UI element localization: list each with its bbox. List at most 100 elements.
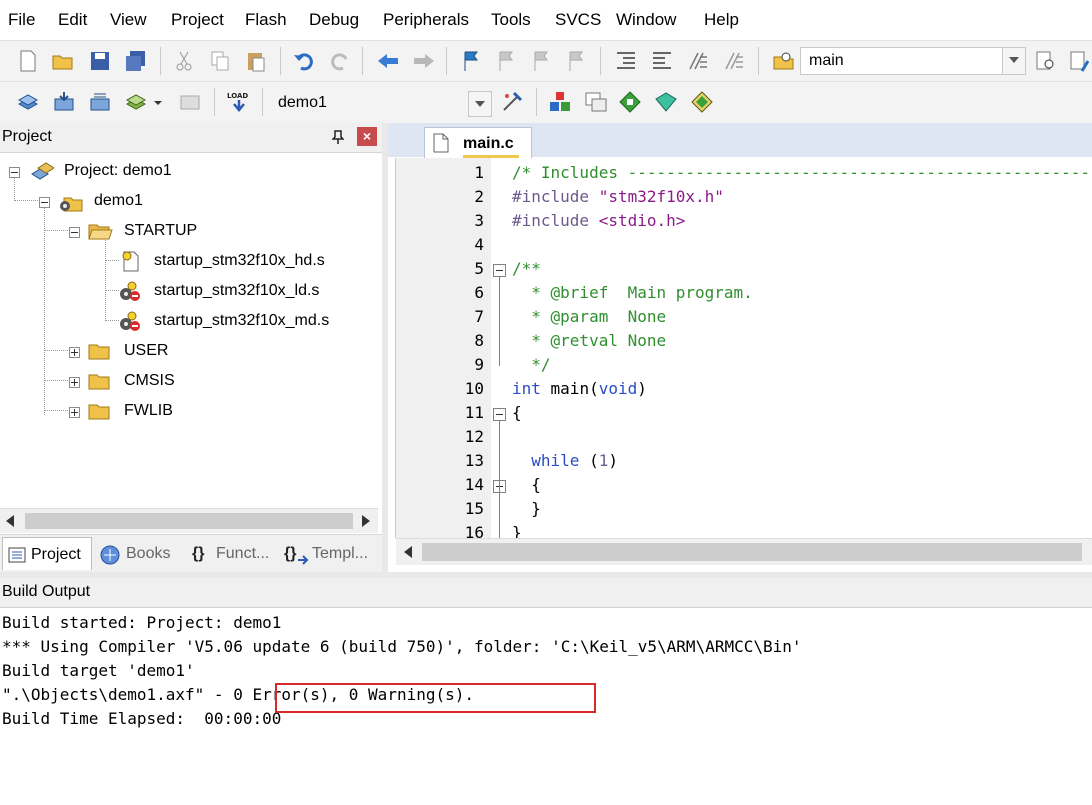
build-toolbar: LOAD demo1 <box>0 81 1092 124</box>
line-number: 11 <box>464 403 484 422</box>
next-bookmark-icon[interactable] <box>530 49 554 73</box>
menu-file[interactable]: File <box>8 10 35 30</box>
chevron-down-icon[interactable] <box>1002 48 1025 74</box>
incremental-find-icon[interactable] <box>1068 49 1092 73</box>
scroll-left-icon[interactable] <box>6 515 14 527</box>
target-icon <box>60 197 83 212</box>
target-options-icon[interactable] <box>500 90 524 114</box>
navigate-forward-icon[interactable] <box>412 49 436 73</box>
tree-group-label: CMSIS <box>124 372 175 389</box>
paste-icon[interactable] <box>244 49 268 73</box>
select-packs-icon[interactable] <box>654 90 678 114</box>
unindent-icon[interactable] <box>650 49 674 73</box>
line-number: 1 <box>474 163 484 182</box>
menu-window[interactable]: Window <box>616 10 676 30</box>
chevron-down-icon[interactable] <box>152 90 164 114</box>
menu-peripherals[interactable]: Peripherals <box>383 10 469 30</box>
tab-main-c[interactable]: main.c <box>424 127 532 158</box>
menu-debug[interactable]: Debug <box>309 10 359 30</box>
cut-icon[interactable] <box>172 49 196 73</box>
asm-file-icon <box>122 251 139 272</box>
collapse-icon[interactable] <box>9 167 20 178</box>
menu-help[interactable]: Help <box>704 10 739 30</box>
tab-books[interactable]: Books <box>96 541 182 569</box>
project-horizontal-scrollbar[interactable] <box>0 508 378 533</box>
tree-group-cmsis[interactable]: CMSIS <box>0 370 380 392</box>
download-icon[interactable]: LOAD <box>226 90 250 114</box>
scrollbar-thumb[interactable] <box>422 543 1082 561</box>
line-number: 16 <box>464 523 484 538</box>
line-number-gutter: 1 2 3 4 5 6 7 8 9 10 11 12 13 14 15 16 <box>396 158 506 538</box>
find-in-files-icon[interactable] <box>772 49 796 73</box>
arrow-icon <box>298 555 309 565</box>
pack-installer-icon[interactable] <box>618 90 642 114</box>
tree-file-startup-md[interactable]: startup_stm32f10x_md.s <box>0 310 380 332</box>
tab-label: Project <box>31 546 81 563</box>
close-icon[interactable]: × <box>357 127 377 146</box>
tree-target[interactable]: demo1 <box>0 190 380 212</box>
menu-project[interactable]: Project <box>171 10 224 30</box>
expand-icon[interactable] <box>69 407 80 418</box>
pin-icon[interactable] <box>331 130 345 149</box>
tree-group-startup[interactable]: STARTUP <box>0 220 380 242</box>
save-icon[interactable] <box>88 49 112 73</box>
tree-group-fwlib[interactable]: FWLIB <box>0 400 380 422</box>
tree-project-root[interactable]: Project: demo1 <box>0 160 380 182</box>
navigate-back-icon[interactable] <box>376 49 400 73</box>
open-file-icon[interactable] <box>51 49 75 73</box>
copy-icon[interactable] <box>208 49 232 73</box>
bookmark-icon[interactable] <box>460 49 484 73</box>
menu-tools[interactable]: Tools <box>491 10 531 30</box>
tab-project[interactable]: Project <box>2 537 92 570</box>
find-combo[interactable]: main <box>800 47 1026 75</box>
software-packs-icon[interactable] <box>690 90 714 114</box>
batch-build-icon[interactable] <box>124 90 148 114</box>
tree-group-label: FWLIB <box>124 402 173 419</box>
save-all-icon[interactable] <box>124 49 148 73</box>
panel-splitter[interactable] <box>382 123 388 573</box>
rebuild-icon[interactable] <box>88 90 112 114</box>
tree-group-user[interactable]: USER <box>0 340 380 362</box>
menu-svcs[interactable]: SVCS <box>555 10 601 30</box>
line-number: 4 <box>474 235 484 254</box>
collapse-icon[interactable] <box>39 197 50 208</box>
build-icon[interactable] <box>52 90 76 114</box>
manage-components-icon[interactable] <box>548 90 572 114</box>
menu-flash[interactable]: Flash <box>245 10 287 30</box>
code-editor[interactable]: 1 2 3 4 5 6 7 8 9 10 11 12 13 14 15 16 /* Includes ----… <box>395 158 1092 538</box>
build-output-pane[interactable]: Build started: Project: demo1 *** Using … <box>0 608 1092 805</box>
tab-functions[interactable]: {} Funct... <box>192 541 276 569</box>
folder-icon <box>88 404 110 420</box>
comment-icon[interactable] <box>686 49 710 73</box>
scrollbar-thumb[interactable] <box>25 513 353 529</box>
undo-icon[interactable] <box>292 49 316 73</box>
menu-edit[interactable]: Edit <box>58 10 87 30</box>
collapse-icon[interactable] <box>69 227 80 238</box>
indent-icon[interactable] <box>614 49 638 73</box>
redo-icon[interactable] <box>328 49 352 73</box>
editor-horizontal-scrollbar[interactable] <box>396 538 1092 565</box>
tree-file-label: startup_stm32f10x_hd.s <box>154 252 325 269</box>
scroll-right-icon[interactable] <box>362 515 370 527</box>
translate-icon[interactable] <box>16 90 40 114</box>
target-select[interactable]: demo1 <box>270 90 492 117</box>
expand-icon[interactable] <box>69 377 80 388</box>
uncomment-icon[interactable] <box>722 49 746 73</box>
expand-icon[interactable] <box>69 347 80 358</box>
find-icon[interactable] <box>1034 49 1058 73</box>
stop-build-icon[interactable] <box>178 90 202 114</box>
template-icon: {} <box>284 545 297 562</box>
prev-bookmark-icon[interactable] <box>495 49 519 73</box>
tree-file-startup-ld[interactable]: startup_stm32f10x_ld.s <box>0 280 380 302</box>
clear-bookmarks-icon[interactable] <box>565 49 589 73</box>
scroll-left-icon[interactable] <box>404 546 412 558</box>
error-count-highlight <box>275 683 596 713</box>
chevron-down-icon[interactable] <box>468 91 492 117</box>
tree-file-startup-hd[interactable]: startup_stm32f10x_hd.s <box>0 250 380 272</box>
new-file-icon[interactable] <box>16 49 40 73</box>
tree-group-label: USER <box>124 342 169 359</box>
tab-templates[interactable]: {} Templ... <box>284 541 376 569</box>
file-extensions-icon[interactable] <box>584 90 608 114</box>
project-panel-title: Project <box>2 128 52 145</box>
menu-view[interactable]: View <box>110 10 147 30</box>
